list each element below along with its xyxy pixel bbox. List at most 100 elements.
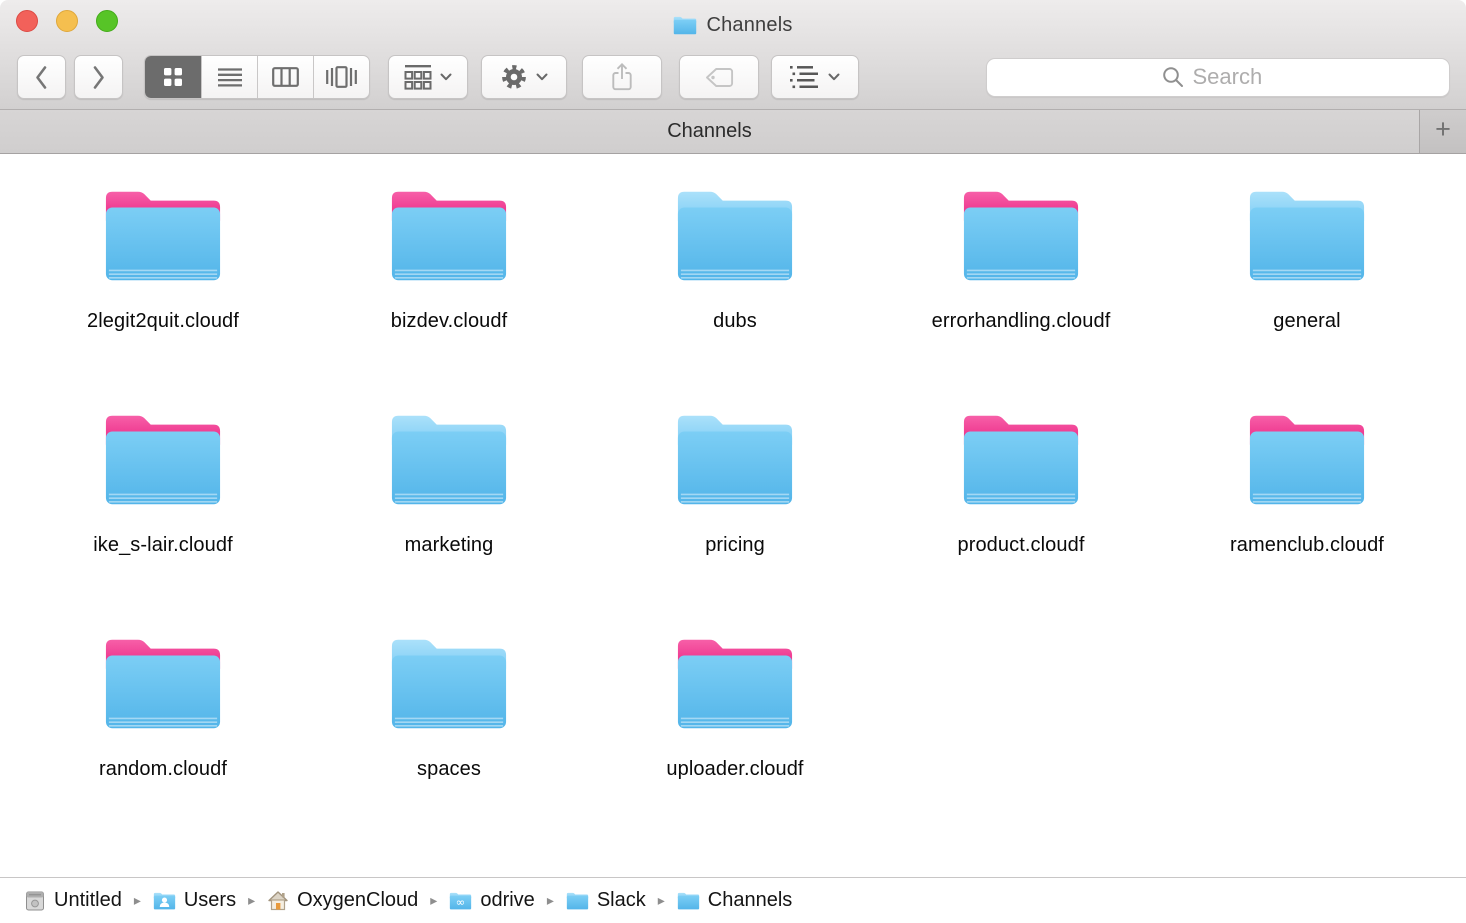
folder-icon: [388, 635, 510, 732]
folder-item[interactable]: ramenclub.cloudf: [1164, 411, 1450, 635]
folder-icon: [1246, 187, 1368, 284]
window-title-group: Channels: [673, 14, 792, 37]
folder-label: ike_s-lair.cloudf: [93, 534, 233, 557]
item-arrangement-button[interactable]: [771, 55, 859, 99]
tags-button[interactable]: [679, 55, 759, 99]
folder-label: pricing: [705, 534, 765, 557]
folder-item[interactable]: bizdev.cloudf: [306, 187, 592, 411]
folder-item[interactable]: marketing: [306, 411, 592, 635]
folder-label: bizdev.cloudf: [391, 310, 508, 333]
breadcrumb-separator: ▸: [245, 892, 258, 909]
folder-icon: [674, 635, 796, 732]
tag-icon: [704, 66, 735, 89]
view-coverflow-segment[interactable]: [313, 56, 369, 98]
breadcrumb-label: Untitled: [54, 889, 122, 912]
users-folder-icon: [153, 892, 176, 910]
home-icon: [267, 890, 289, 911]
search-input[interactable]: [1193, 64, 1275, 90]
breadcrumb-odrive[interactable]: ∞ odrive: [449, 889, 534, 912]
folder-label: spaces: [417, 758, 481, 781]
breadcrumb-label: Channels: [708, 889, 793, 912]
folder-icon: [566, 892, 589, 910]
folder-icon: [960, 411, 1082, 508]
folder-contents[interactable]: 2legit2quit.cloudf: [0, 154, 1466, 877]
chevron-left-icon: [34, 65, 49, 90]
arrange-button[interactable]: [388, 55, 468, 99]
breadcrumb-separator: ▸: [131, 892, 144, 909]
window-header: Channels: [0, 0, 1466, 110]
folder-item[interactable]: spaces: [306, 635, 592, 859]
search-icon: [1162, 66, 1185, 89]
folder-item[interactable]: random.cloudf: [20, 635, 306, 859]
breadcrumb-label: Slack: [597, 889, 646, 912]
column-view-icon: [272, 67, 299, 87]
folder-icon: [673, 16, 697, 35]
minimize-button[interactable]: [56, 10, 78, 32]
breadcrumb-channels[interactable]: Channels: [677, 889, 793, 912]
folder-label: dubs: [713, 310, 757, 333]
folder-icon: [102, 187, 224, 284]
folder-item[interactable]: ike_s-lair.cloudf: [20, 411, 306, 635]
traffic-lights: [16, 10, 118, 32]
tab-bar: Channels +: [0, 110, 1466, 154]
breadcrumb-label: Users: [184, 889, 236, 912]
folder-item[interactable]: 2legit2quit.cloudf: [20, 187, 306, 411]
disk-icon: [24, 890, 46, 912]
breadcrumb-oxygencloud[interactable]: OxygenCloud: [267, 889, 418, 912]
folder-item[interactable]: general: [1164, 187, 1450, 411]
view-mode-segmented-control: [144, 55, 370, 99]
breadcrumb-separator: ▸: [655, 892, 668, 909]
breadcrumb-separator: ▸: [544, 892, 557, 909]
folder-icon: [388, 187, 510, 284]
view-column-segment[interactable]: [257, 56, 313, 98]
new-tab-button[interactable]: +: [1419, 110, 1466, 153]
breadcrumb-label: odrive: [480, 889, 534, 912]
folder-item[interactable]: errorhandling.cloudf: [878, 187, 1164, 411]
toolbar: [0, 44, 1466, 110]
folder-label: general: [1273, 310, 1340, 333]
chevron-down-icon: [536, 73, 548, 81]
folder-icon: [388, 411, 510, 508]
share-button[interactable]: [582, 55, 662, 99]
list-view-icon: [218, 68, 242, 87]
folder-label: errorhandling.cloudf: [932, 310, 1111, 333]
view-list-segment[interactable]: [201, 56, 257, 98]
forward-button[interactable]: [74, 55, 123, 99]
breadcrumb-slack[interactable]: Slack: [566, 889, 646, 912]
folder-icon: [102, 635, 224, 732]
finder-window: Channels: [0, 0, 1466, 923]
zoom-button[interactable]: [96, 10, 118, 32]
gear-icon: [500, 63, 528, 91]
dotted-list-icon: [790, 65, 820, 89]
svg-text:∞: ∞: [456, 894, 465, 908]
folder-item[interactable]: pricing: [592, 411, 878, 635]
folder-icon: [102, 411, 224, 508]
folder-item[interactable]: product.cloudf: [878, 411, 1164, 635]
folder-item[interactable]: dubs: [592, 187, 878, 411]
folder-item[interactable]: uploader.cloudf: [592, 635, 878, 859]
folder-label: random.cloudf: [99, 758, 227, 781]
folder-label: ramenclub.cloudf: [1230, 534, 1384, 557]
folder-icon: [674, 187, 796, 284]
coverflow-view-icon: [326, 66, 357, 88]
path-bar: Untitled ▸ Users ▸ OxygenCloud ▸: [0, 877, 1466, 923]
titlebar[interactable]: Channels: [0, 0, 1466, 44]
breadcrumb-users[interactable]: Users: [153, 889, 236, 912]
folder-label: 2legit2quit.cloudf: [87, 310, 239, 333]
back-button[interactable]: [17, 55, 66, 99]
view-icon-segment[interactable]: [145, 56, 201, 98]
folder-icon: [960, 187, 1082, 284]
window-title: Channels: [706, 14, 792, 37]
folder-label: marketing: [405, 534, 494, 557]
chevron-down-icon: [828, 73, 840, 81]
folder-label: uploader.cloudf: [666, 758, 803, 781]
tab-channels[interactable]: Channels: [0, 110, 1419, 153]
breadcrumb-untitled[interactable]: Untitled: [24, 889, 122, 912]
close-button[interactable]: [16, 10, 38, 32]
share-icon: [610, 62, 634, 92]
search-field[interactable]: [986, 58, 1450, 97]
action-button[interactable]: [481, 55, 567, 99]
breadcrumb-label: OxygenCloud: [297, 889, 418, 912]
chevron-right-icon: [91, 65, 106, 90]
folder-icon: [677, 892, 700, 910]
